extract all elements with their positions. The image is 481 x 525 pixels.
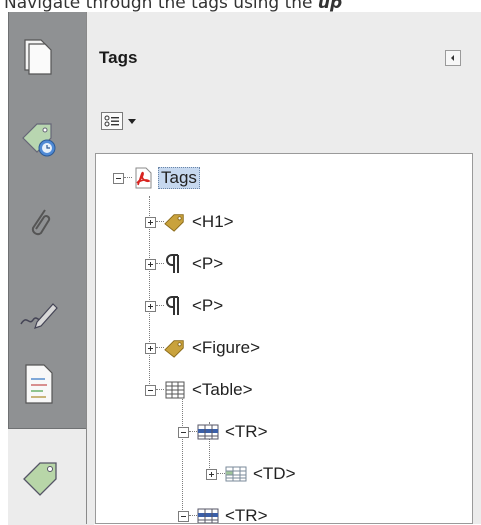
tree-node-label: <TR> <box>225 422 268 441</box>
expand-toggle-icon[interactable] <box>145 258 156 270</box>
expand-toggle-icon[interactable] <box>145 342 156 354</box>
pdf-icon <box>132 167 154 189</box>
expand-toggle-icon[interactable] <box>145 300 156 312</box>
paragraph-icon <box>164 295 186 317</box>
collapse-panel-button[interactable] <box>445 50 461 66</box>
panel-title: Tags <box>99 48 138 67</box>
tree-node-td[interactable]: <TD> <box>206 460 296 488</box>
tree-node-label: <H1> <box>192 212 234 231</box>
tree-node-label: <P> <box>192 254 224 273</box>
tree-node-p[interactable]: <P> <box>145 250 223 278</box>
signature-icon[interactable] <box>19 300 59 334</box>
tag-icon <box>164 337 186 359</box>
table-row-icon <box>197 421 219 443</box>
expand-toggle-icon[interactable] <box>145 216 156 228</box>
tree-node-label: Tags <box>158 167 200 189</box>
tags-tree[interactable]: Tags <H1> <P> <P> <Figure> <Table> <TR> … <box>95 153 473 524</box>
tree-node-figure[interactable]: <Figure> <box>145 334 260 362</box>
pages-icon[interactable] <box>21 36 53 80</box>
collapse-toggle-icon[interactable] <box>178 426 189 438</box>
paragraph-icon <box>164 253 186 275</box>
attachments-tag-icon[interactable] <box>19 120 59 164</box>
tree-node-label: <Table> <box>192 380 253 399</box>
rail-tags-tab[interactable] <box>8 428 94 525</box>
expand-toggle-icon[interactable] <box>206 468 217 480</box>
tree-node-label: <TR> <box>225 506 268 524</box>
chevron-down-icon <box>128 119 136 124</box>
table-cell-icon <box>225 463 247 485</box>
tree-node-tr[interactable]: <TR> <box>178 418 268 446</box>
tag-options-button[interactable] <box>101 108 143 134</box>
tree-node-tr[interactable]: <TR> <box>178 502 268 524</box>
tags-panel-icon <box>20 457 64 501</box>
tree-node-h1[interactable]: <H1> <box>145 208 234 236</box>
tree-node-label: <P> <box>192 296 224 315</box>
tree-node-table[interactable]: <Table> <box>145 376 253 404</box>
tree-node-tags-root[interactable]: Tags <box>113 164 200 192</box>
collapse-toggle-icon[interactable] <box>113 172 124 184</box>
tree-node-label: <TD> <box>253 464 296 483</box>
paperclip-icon[interactable] <box>23 204 55 248</box>
table-icon <box>164 379 186 401</box>
tag-options-icon <box>101 112 123 130</box>
collapse-toggle-icon[interactable] <box>145 384 156 396</box>
tree-node-p[interactable]: <P> <box>145 292 223 320</box>
tree-node-label: <Figure> <box>192 338 261 357</box>
tags-panel: Tags Tags <H1> <P> <P> <Figure> <Table> … <box>86 12 481 524</box>
tag-icon <box>164 211 186 233</box>
content-icon[interactable] <box>23 362 55 410</box>
collapse-toggle-icon[interactable] <box>178 510 189 522</box>
table-row-icon <box>197 505 219 523</box>
